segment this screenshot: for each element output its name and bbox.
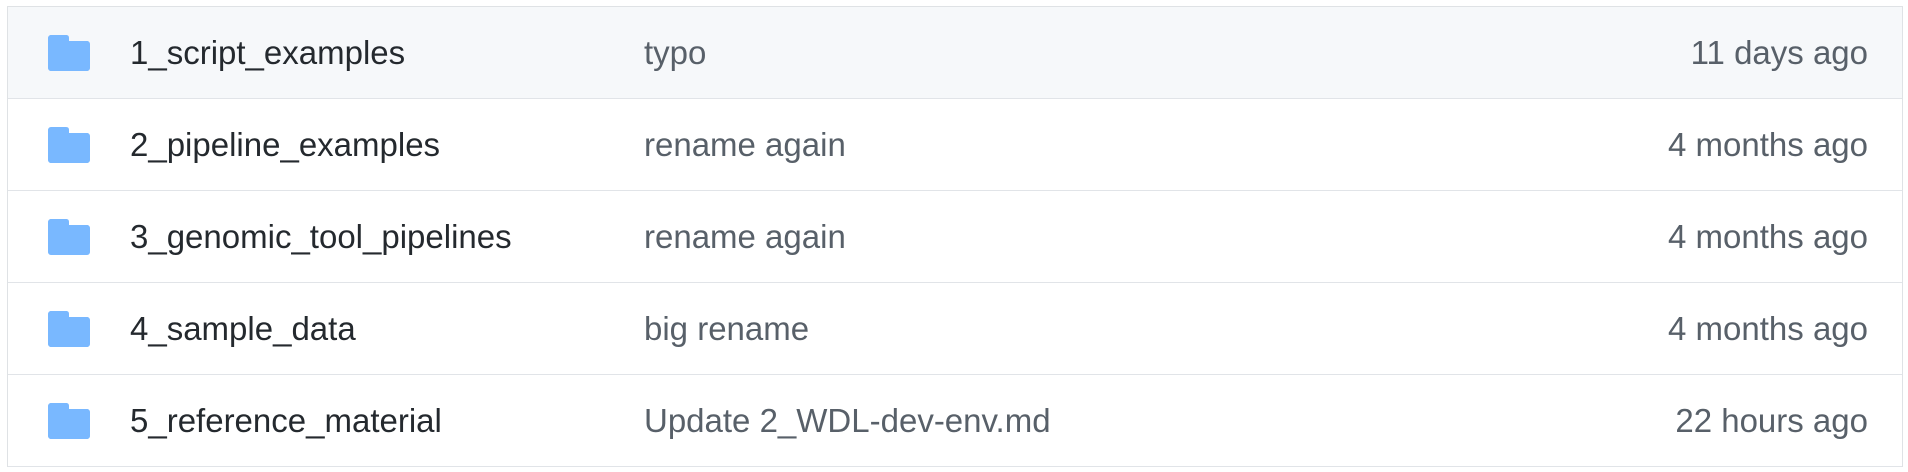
folder-name-link[interactable]: 1_script_examples [130,7,405,99]
folder-name-link[interactable]: 2_pipeline_examples [130,99,440,191]
commit-message-link[interactable]: typo [644,7,706,99]
file-row[interactable]: 3_genomic_tool_pipelines rename again 4 … [8,191,1902,283]
folder-icon [48,403,90,439]
folder-name-link[interactable]: 3_genomic_tool_pipelines [130,191,512,283]
commit-age: 11 days ago [1690,34,1868,71]
folder-name-link[interactable]: 5_reference_material [130,375,442,467]
commit-age: 22 hours ago [1675,402,1868,439]
folder-icon [48,127,90,163]
commit-message-link[interactable]: rename again [644,191,846,283]
folder-name-link[interactable]: 4_sample_data [130,283,356,375]
file-row[interactable]: 2_pipeline_examples rename again 4 month… [8,99,1902,191]
folder-icon [48,311,90,347]
file-row[interactable]: 5_reference_material Update 2_WDL-dev-en… [8,375,1902,467]
commit-message-link[interactable]: big rename [644,283,809,375]
file-list: 1_script_examples typo 11 days ago 2_pip… [7,6,1903,467]
folder-icon [48,219,90,255]
folder-icon [48,35,90,71]
file-row[interactable]: 1_script_examples typo 11 days ago [8,7,1902,99]
commit-age: 4 months ago [1668,218,1868,255]
file-row[interactable]: 4_sample_data big rename 4 months ago [8,283,1902,375]
commit-message-link[interactable]: Update 2_WDL-dev-env.md [644,375,1051,467]
commit-age: 4 months ago [1668,310,1868,347]
commit-message-link[interactable]: rename again [644,99,846,191]
commit-age: 4 months ago [1668,126,1868,163]
